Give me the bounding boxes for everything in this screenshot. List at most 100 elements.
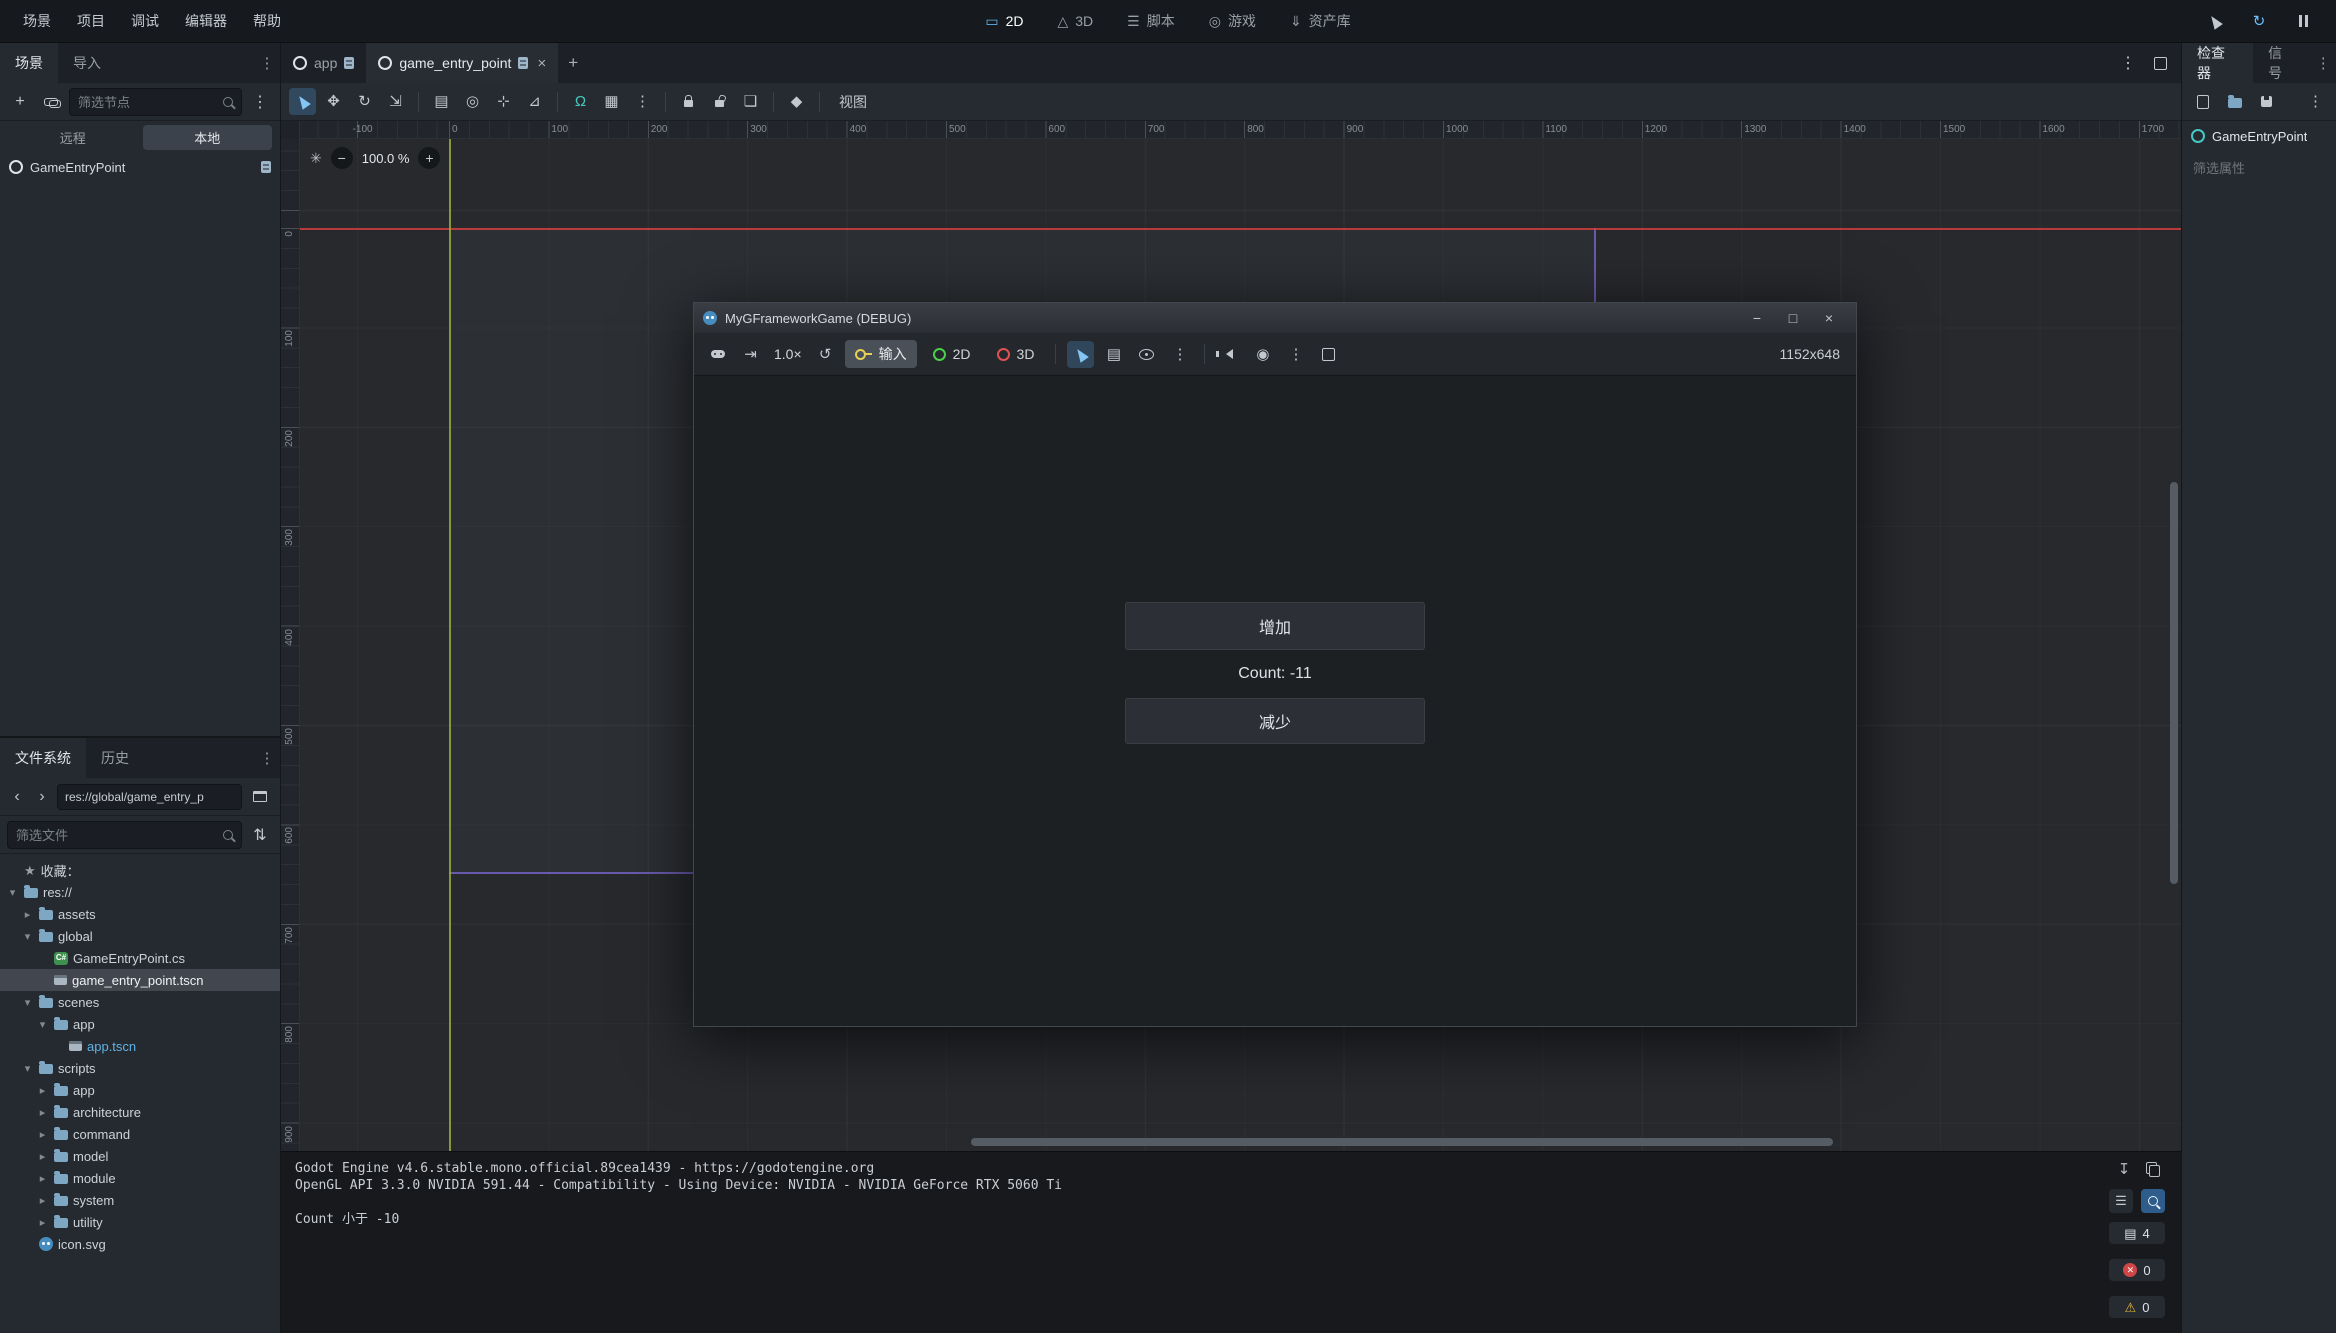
filter-properties-input[interactable]: 筛选属性 — [2182, 151, 2336, 184]
chevron-icon[interactable]: ▸ — [36, 1084, 49, 1097]
badge-errors[interactable]: ✕0 — [2109, 1259, 2165, 1281]
mute-audio[interactable] — [1216, 341, 1243, 368]
rotate-tool[interactable]: ↻ — [351, 88, 378, 115]
zoom-in-button[interactable]: + — [418, 147, 440, 169]
add-node-button[interactable]: + — [7, 89, 33, 115]
unlock-object[interactable] — [706, 88, 733, 115]
sort-files-icon[interactable]: ⇅ — [247, 822, 273, 848]
select-tool[interactable] — [289, 88, 316, 115]
file-row[interactable]: ▾global — [0, 925, 280, 947]
load-resource[interactable] — [2221, 88, 2248, 115]
workspace-script[interactable]: ☰脚本 — [1114, 6, 1188, 36]
next-frame[interactable]: ⇥ — [737, 341, 764, 368]
view-menu[interactable]: 视图 — [829, 92, 877, 112]
scene-dock-tabbar-options-icon[interactable]: ⋮ — [254, 43, 280, 83]
filesystem-tab-filesystem[interactable]: 文件系统 — [0, 738, 86, 778]
chevron-icon[interactable]: ▾ — [6, 886, 19, 899]
smart-snap[interactable]: Ω — [567, 88, 594, 115]
selection-options[interactable]: ⋮ — [1166, 341, 1193, 368]
remote-button[interactable]: 远程 — [8, 125, 138, 150]
new-resource[interactable] — [2189, 88, 2216, 115]
game-window-titlebar[interactable]: MyGFrameworkGame (DEBUG) − □ × — [694, 303, 1856, 333]
file-row[interactable]: app.tscn — [0, 1035, 280, 1057]
chevron-icon[interactable]: ▾ — [21, 930, 34, 943]
inspector-tabbar-options-icon[interactable]: ⋮ — [2311, 43, 2336, 83]
decrease-button[interactable]: 减少 — [1125, 698, 1425, 744]
close-tab-icon[interactable]: × — [537, 55, 546, 72]
scene-tab-app[interactable]: app — [281, 43, 366, 83]
game-restart[interactable]: ↻ — [2246, 8, 2272, 34]
badge-messages[interactable]: ▤4 — [2109, 1222, 2165, 1244]
pan-tool[interactable]: ⊹ — [490, 88, 517, 115]
copy-log-icon[interactable] — [2143, 1158, 2165, 1180]
pivot-tool[interactable]: ◎ — [459, 88, 486, 115]
list-select[interactable]: ▤ — [428, 88, 455, 115]
zoom-level[interactable]: 100.0 % — [362, 151, 410, 166]
menu-editor[interactable]: 编辑器 — [172, 6, 240, 36]
chevron-icon[interactable]: ▸ — [36, 1150, 49, 1163]
animation-key[interactable]: ◆ — [783, 88, 810, 115]
camera-override[interactable]: ◉ — [1249, 341, 1276, 368]
inspector-options[interactable]: ⋮ — [2302, 88, 2329, 115]
inspector-tab-signals[interactable]: 信号 — [2253, 43, 2310, 83]
camera-2d[interactable]: 2D — [923, 340, 981, 368]
snap-options[interactable]: ⋮ — [629, 88, 656, 115]
file-row[interactable]: ▾res:// — [0, 881, 280, 903]
nav-back-icon[interactable]: ‹ — [7, 784, 27, 810]
center-view-icon[interactable]: ✳ — [310, 151, 322, 165]
menu-help[interactable]: 帮助 — [240, 6, 294, 36]
reset-speed[interactable]: ↺ — [812, 341, 839, 368]
scene-dock-tab-import[interactable]: 导入 — [58, 43, 116, 83]
file-row[interactable]: ▸system — [0, 1189, 280, 1211]
file-row[interactable]: GameEntryPoint.cs — [0, 947, 280, 969]
horizontal-scrollbar[interactable] — [971, 1138, 1833, 1146]
file-row[interactable]: ▾scenes — [0, 991, 280, 1013]
new-scene-tab-button[interactable]: + — [558, 43, 588, 83]
chevron-icon[interactable]: ▸ — [36, 1106, 49, 1119]
filter-log-icon[interactable]: ☰ — [2109, 1189, 2133, 1213]
file-row[interactable]: ★收藏： — [0, 859, 280, 881]
file-row[interactable]: game_entry_point.tscn — [0, 969, 280, 991]
file-row[interactable]: ▸architecture — [0, 1101, 280, 1123]
maximize-icon[interactable]: □ — [1775, 303, 1811, 333]
minimize-icon[interactable]: − — [1739, 303, 1775, 333]
file-row[interactable]: ▸assets — [0, 903, 280, 925]
workspace-3d[interactable]: △3D — [1044, 8, 1106, 34]
scene-tab-game_entry_point[interactable]: game_entry_point× — [366, 43, 558, 83]
split-filesystem-icon[interactable] — [247, 784, 273, 810]
search-log-icon[interactable] — [2141, 1189, 2165, 1213]
show-selection[interactable] — [1133, 341, 1160, 368]
scene-tab-list-icon[interactable]: ⋮ — [2115, 50, 2141, 76]
chevron-icon[interactable]: ▸ — [36, 1172, 49, 1185]
expand-viewport-icon[interactable] — [2147, 50, 2173, 76]
save-resource[interactable] — [2253, 88, 2280, 115]
embed-fullscreen[interactable] — [1315, 341, 1342, 368]
input-mode[interactable]: 输入 — [845, 340, 917, 368]
debug-options[interactable] — [704, 341, 731, 368]
chevron-icon[interactable]: ▾ — [21, 996, 34, 1009]
list-select-mode[interactable]: ▤ — [1100, 341, 1127, 368]
chevron-icon[interactable]: ▸ — [21, 908, 34, 921]
workspace-assetlib[interactable]: ⇓资产库 — [1277, 6, 1364, 36]
grid-snap[interactable]: ▦ — [598, 88, 625, 115]
instantiate-scene-button[interactable] — [38, 89, 64, 115]
file-row[interactable]: ▾app — [0, 1013, 280, 1035]
inspector-tab-inspector[interactable]: 检查器 — [2182, 43, 2253, 83]
scene-dock-tab-scene[interactable]: 场景 — [0, 43, 58, 83]
file-row[interactable]: ▸command — [0, 1123, 280, 1145]
menu-project[interactable]: 项目 — [64, 6, 118, 36]
filesystem-tab-history[interactable]: 历史 — [86, 738, 144, 778]
inspected-node-row[interactable]: GameEntryPoint — [2182, 121, 2336, 151]
chevron-icon[interactable]: ▸ — [36, 1128, 49, 1141]
badge-warnings[interactable]: ⚠0 — [2109, 1296, 2165, 1318]
nav-forward-icon[interactable]: › — [32, 784, 52, 810]
filter-files-input[interactable]: 筛选文件 — [7, 821, 242, 849]
close-icon[interactable]: × — [1811, 303, 1847, 333]
vertical-scrollbar[interactable] — [2170, 482, 2178, 884]
workspace-2d[interactable]: ▭2D — [972, 8, 1036, 34]
workspace-game[interactable]: ◎游戏 — [1196, 6, 1269, 36]
filter-nodes-input[interactable]: 筛选节点 — [69, 88, 242, 116]
save-log-icon[interactable]: ↧ — [2113, 1158, 2135, 1180]
file-row[interactable]: ▸app — [0, 1079, 280, 1101]
file-row[interactable]: ▾scripts — [0, 1057, 280, 1079]
